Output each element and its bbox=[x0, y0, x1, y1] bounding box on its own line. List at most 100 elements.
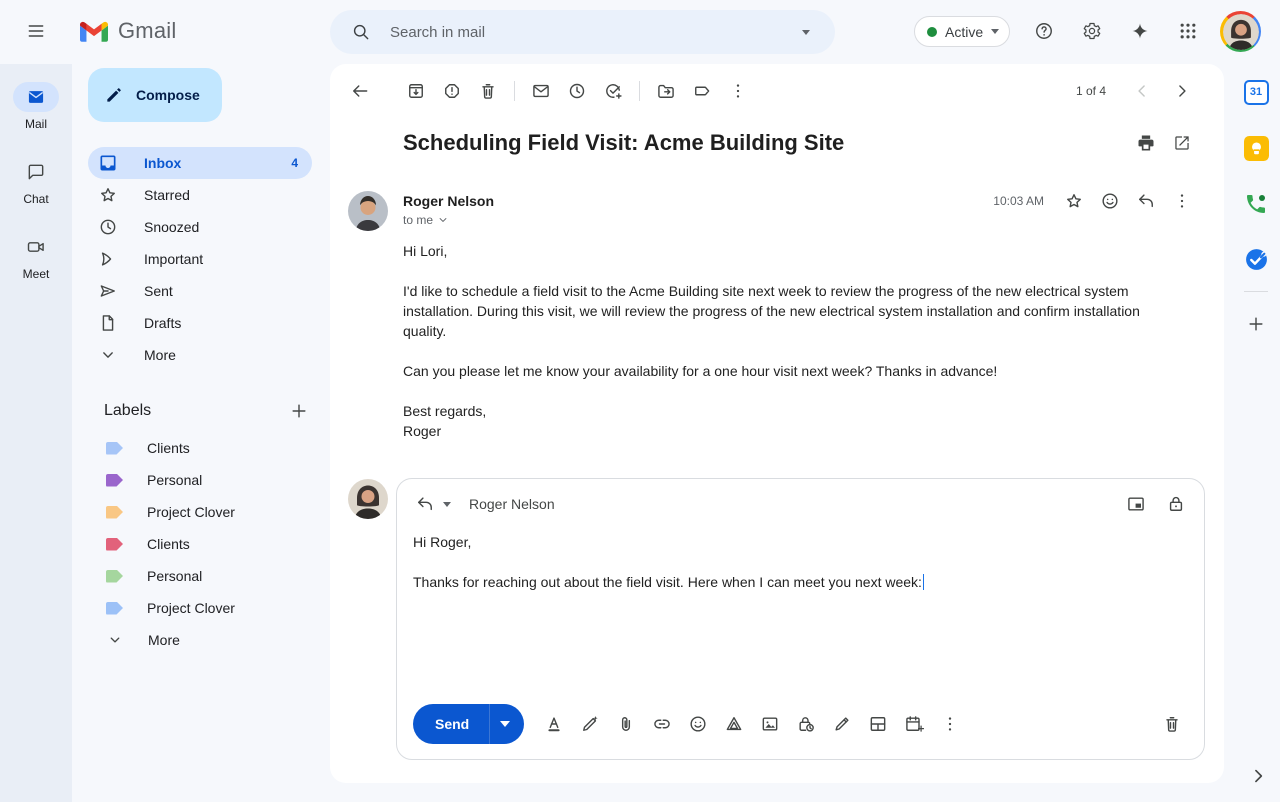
insert-link-button[interactable] bbox=[644, 706, 680, 742]
create-label-button[interactable] bbox=[284, 396, 314, 426]
apps-button[interactable] bbox=[1170, 13, 1206, 49]
labels-more[interactable]: More bbox=[72, 624, 330, 656]
account-avatar[interactable] bbox=[1220, 11, 1261, 52]
clock-icon bbox=[98, 217, 118, 237]
move-to-button[interactable] bbox=[648, 73, 684, 109]
insert-emoji-button[interactable] bbox=[680, 706, 716, 742]
label-tag-icon bbox=[106, 442, 123, 455]
toolbar-more-button[interactable] bbox=[720, 73, 756, 109]
rail-item-chat[interactable]: Chat bbox=[0, 157, 72, 206]
labels-button[interactable] bbox=[684, 73, 720, 109]
sender-avatar[interactable] bbox=[348, 191, 388, 231]
calendar-app-button[interactable]: 31 bbox=[1238, 74, 1274, 110]
tasks-app-button[interactable] bbox=[1238, 241, 1274, 277]
label-tag-icon bbox=[106, 602, 123, 615]
message-actions: 10:03 AM bbox=[993, 183, 1200, 219]
recipient-details[interactable]: to me bbox=[403, 213, 450, 227]
search-bar[interactable]: Search in mail bbox=[330, 10, 835, 54]
add-to-tasks-button[interactable] bbox=[595, 73, 631, 109]
sidebar-item-label: Starred bbox=[144, 187, 190, 203]
get-addons-button[interactable] bbox=[1238, 306, 1274, 342]
search-options-button[interactable] bbox=[791, 17, 821, 47]
send-button[interactable]: Send bbox=[413, 716, 489, 732]
caret-down-icon bbox=[991, 29, 999, 34]
sidebar-item-sent[interactable]: Sent bbox=[72, 275, 330, 307]
popout-reply-button[interactable] bbox=[1124, 492, 1148, 516]
formatting-options-button[interactable] bbox=[536, 706, 572, 742]
send-button-group[interactable]: Send bbox=[413, 704, 524, 744]
voice-app-button[interactable] bbox=[1238, 186, 1274, 222]
labels-header: Labels bbox=[104, 396, 314, 426]
sidebar-item-snoozed[interactable]: Snoozed bbox=[72, 211, 330, 243]
help-me-write-button[interactable] bbox=[572, 706, 608, 742]
delete-button[interactable] bbox=[470, 73, 506, 109]
back-button[interactable] bbox=[342, 73, 378, 109]
email-body: Hi Lori, I'd like to schedule a field vi… bbox=[403, 241, 1163, 441]
compose-button[interactable]: Compose bbox=[88, 68, 222, 122]
help-icon bbox=[1034, 21, 1054, 41]
rail-item-meet[interactable]: Meet bbox=[0, 232, 72, 281]
active-status-dot bbox=[927, 27, 937, 37]
insert-signature-button[interactable] bbox=[824, 706, 860, 742]
show-side-panel-button[interactable] bbox=[1240, 758, 1276, 794]
label-item[interactable]: Project Clover bbox=[72, 496, 330, 528]
label-item[interactable]: Personal bbox=[72, 464, 330, 496]
sidebar-item-starred[interactable]: Starred bbox=[72, 179, 330, 211]
reply-recipient[interactable]: Roger Nelson bbox=[469, 496, 555, 512]
layouts-button[interactable] bbox=[860, 706, 896, 742]
older-button[interactable] bbox=[1164, 73, 1200, 109]
sidebar-item-drafts[interactable]: Drafts bbox=[72, 307, 330, 339]
search-input[interactable]: Search in mail bbox=[390, 24, 791, 41]
reply-button[interactable] bbox=[1128, 183, 1164, 219]
reply-type-button[interactable] bbox=[413, 492, 437, 516]
sidebar-item-label: Inbox bbox=[144, 155, 181, 171]
layouts-icon bbox=[868, 714, 888, 734]
confidential-lock-button[interactable] bbox=[1164, 492, 1188, 516]
sidebar-item-important[interactable]: Important bbox=[72, 243, 330, 275]
send-options-button[interactable] bbox=[490, 721, 524, 727]
sidebar-item-more[interactable]: More bbox=[72, 339, 330, 371]
more-vert-icon bbox=[940, 714, 960, 734]
label-item[interactable]: Personal bbox=[72, 560, 330, 592]
label-item[interactable]: Clients bbox=[72, 528, 330, 560]
star-button[interactable] bbox=[1056, 183, 1092, 219]
open-in-new-button[interactable] bbox=[1164, 125, 1200, 161]
insert-photo-button[interactable] bbox=[752, 706, 788, 742]
report-spam-button[interactable] bbox=[434, 73, 470, 109]
set-up-time-button[interactable] bbox=[896, 706, 932, 742]
caret-down-icon[interactable] bbox=[443, 502, 451, 507]
search-button[interactable] bbox=[344, 15, 378, 49]
gmail-logo[interactable]: Gmail bbox=[80, 18, 176, 44]
newer-button[interactable] bbox=[1124, 73, 1160, 109]
attach-files-button[interactable] bbox=[608, 706, 644, 742]
help-button[interactable] bbox=[1026, 13, 1062, 49]
mark-unread-button[interactable] bbox=[523, 73, 559, 109]
sidebar-item-inbox[interactable]: Inbox 4 bbox=[88, 147, 312, 179]
settings-button[interactable] bbox=[1074, 13, 1110, 49]
draft-icon bbox=[98, 313, 118, 333]
chevron-down-icon bbox=[106, 631, 124, 649]
reply-body-input[interactable]: Hi Roger, Thanks for reaching out about … bbox=[413, 532, 1183, 592]
replier-avatar bbox=[348, 479, 388, 519]
main-menu-button[interactable] bbox=[18, 13, 54, 49]
print-button[interactable] bbox=[1128, 125, 1164, 161]
emoji-reaction-button[interactable] bbox=[1092, 183, 1128, 219]
insert-from-drive-button[interactable] bbox=[716, 706, 752, 742]
discard-draft-button[interactable] bbox=[1154, 706, 1190, 742]
compose-more-button[interactable] bbox=[932, 706, 968, 742]
confidential-mode-button[interactable] bbox=[788, 706, 824, 742]
archive-button[interactable] bbox=[398, 73, 434, 109]
label-name: Project Clover bbox=[147, 600, 235, 616]
keep-app-button[interactable] bbox=[1238, 130, 1274, 166]
label-item[interactable]: Clients bbox=[72, 432, 330, 464]
snooze-button[interactable] bbox=[559, 73, 595, 109]
status-chip[interactable]: Active bbox=[914, 16, 1010, 47]
reply-line-1: Hi Roger, bbox=[413, 532, 1183, 552]
app-title: Gmail bbox=[118, 18, 176, 44]
label-item[interactable]: Project Clover bbox=[72, 592, 330, 624]
message-more-button[interactable] bbox=[1164, 183, 1200, 219]
apps-grid-icon bbox=[1178, 21, 1198, 41]
rail-item-mail[interactable]: Mail bbox=[0, 82, 72, 131]
gemini-button[interactable] bbox=[1122, 13, 1158, 49]
rail-label: Meet bbox=[23, 267, 50, 281]
